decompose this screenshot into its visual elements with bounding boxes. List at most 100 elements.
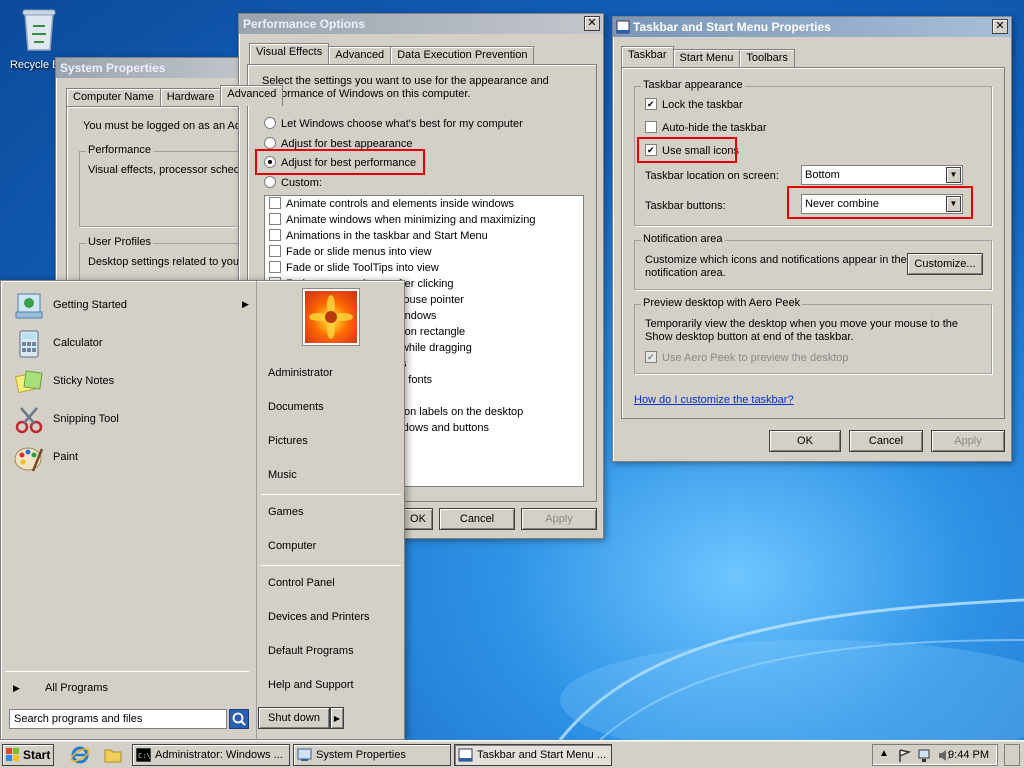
tab-start-menu[interactable]: Start Menu <box>672 49 741 67</box>
auto-hide-option[interactable]: Auto-hide the taskbar <box>645 121 767 134</box>
search-icon <box>232 712 246 726</box>
taskbar-properties-window[interactable]: Taskbar and Start Menu Properties ✕ Task… <box>612 16 1012 462</box>
network-icon[interactable] <box>917 748 933 763</box>
internet-explorer-shortcut[interactable] <box>70 745 90 765</box>
taskbar-cancel-button[interactable]: Cancel <box>849 430 923 452</box>
start-menu-places: Administrator Documents Pictures Music G… <box>256 281 406 741</box>
highlight-small-icons <box>637 137 737 163</box>
taskbar-ok-button[interactable]: OK <box>769 430 841 452</box>
visual-effect-checkbox[interactable] <box>269 229 281 241</box>
explorer-shortcut[interactable] <box>103 745 123 765</box>
notification-tray: ▲ 9:44 PM <box>872 744 998 766</box>
visual-effect-item[interactable]: Animate windows when minimizing and maxi… <box>265 212 583 228</box>
tab-advanced[interactable]: Advanced <box>220 85 284 106</box>
place-devices-and-printers[interactable]: Devices and Printers <box>268 611 370 623</box>
visual-effect-item[interactable]: Fade or slide menus into view <box>265 244 583 260</box>
start-item-label: Snipping Tool <box>53 413 119 425</box>
taskbar-properties-close-button[interactable]: ✕ <box>992 19 1008 34</box>
lock-taskbar-option[interactable]: Lock the taskbar <box>645 98 743 111</box>
visual-effect-checkbox[interactable] <box>269 213 281 225</box>
start-item-snipping-tool[interactable]: Snipping Tool <box>9 403 249 437</box>
tab-toolbars[interactable]: Toolbars <box>739 49 795 67</box>
tab-computer-name[interactable]: Computer Name <box>66 88 161 106</box>
shutdown-button[interactable]: Shut down <box>258 707 330 729</box>
taskbar-button-taskbar-properties[interactable]: Taskbar and Start Menu ... <box>454 744 612 766</box>
visual-effect-checkbox[interactable] <box>269 245 281 257</box>
start-menu[interactable]: Getting Started ▶ Calculator Sticky Note… <box>0 280 406 741</box>
radio-button[interactable] <box>264 176 276 188</box>
start-item-label: Sticky Notes <box>53 375 115 387</box>
place-games[interactable]: Games <box>268 506 303 518</box>
notification-text-1: Customize which icons and notifications … <box>645 254 907 266</box>
tab-taskbar[interactable]: Taskbar <box>621 46 674 67</box>
visual-effect-label: Fade or slide menus into view <box>286 246 432 258</box>
place-default-programs[interactable]: Default Programs <box>268 645 354 657</box>
visual-effect-checkbox[interactable] <box>269 197 281 209</box>
lock-taskbar-label: Lock the taskbar <box>662 99 743 111</box>
place-control-panel[interactable]: Control Panel <box>268 577 335 589</box>
all-programs[interactable]: All Programs <box>45 682 108 694</box>
place-documents[interactable]: Documents <box>268 401 324 413</box>
help-link[interactable]: How do I customize the taskbar? <box>634 394 794 406</box>
taskbar-apply-button[interactable]: Apply <box>931 430 1005 452</box>
start-button[interactable]: Start <box>2 744 54 766</box>
lock-taskbar-checkbox[interactable] <box>645 98 657 110</box>
taskbar-button-system-properties[interactable]: System Properties <box>293 744 451 766</box>
performance-ok-button[interactable]: OK <box>403 508 433 530</box>
taskbar-properties-titlebar[interactable]: Taskbar and Start Menu Properties ✕ <box>613 17 1011 37</box>
place-computer[interactable]: Computer <box>268 540 316 552</box>
aero-peek-checkbox[interactable] <box>645 351 657 363</box>
user-profiles-description: Desktop settings related to your <box>88 256 243 268</box>
taskbar-properties-icon <box>458 748 473 762</box>
visual-effect-item[interactable]: Animations in the taskbar and Start Menu <box>265 228 583 244</box>
customize-button[interactable]: Customize... <box>907 253 983 275</box>
chevron-up-icon[interactable]: ▲ <box>879 748 889 759</box>
start-item-paint[interactable]: Paint <box>9 441 249 475</box>
tab-data-execution-prevention[interactable]: Data Execution Prevention <box>390 46 535 64</box>
cmd-icon: C:\ <box>136 748 151 762</box>
shutdown-options-button[interactable]: ▶ <box>330 707 344 729</box>
start-item-getting-started[interactable]: Getting Started ▶ <box>9 289 249 323</box>
chevron-down-icon[interactable]: ▼ <box>946 167 961 183</box>
radio-button[interactable] <box>264 117 276 129</box>
tab-advanced-perf[interactable]: Advanced <box>328 46 392 64</box>
visual-effect-checkbox[interactable] <box>269 261 281 273</box>
auto-hide-checkbox[interactable] <box>645 121 657 133</box>
intro-line-2: performance of Windows on this computer. <box>262 88 471 100</box>
start-item-calculator[interactable]: Calculator <box>9 327 249 361</box>
recycle-bin-icon <box>22 9 56 51</box>
tab-visual-effects[interactable]: Visual Effects <box>249 43 330 64</box>
show-desktop-button[interactable] <box>1004 744 1020 766</box>
performance-options-tabs: Visual Effects Advanced Data Execution P… <box>249 43 535 64</box>
performance-apply-button[interactable]: Apply <box>521 508 597 530</box>
aero-peek-label: Use Aero Peek to preview the desktop <box>662 352 849 364</box>
search-button[interactable] <box>229 709 249 729</box>
place-help-and-support[interactable]: Help and Support <box>268 679 354 691</box>
start-item-sticky-notes[interactable]: Sticky Notes <box>9 365 249 399</box>
performance-options-close-button[interactable]: ✕ <box>584 16 600 31</box>
system-properties-titlebar[interactable]: System Properties <box>56 58 254 78</box>
place-administrator[interactable]: Administrator <box>268 367 333 379</box>
aero-peek-option[interactable]: Use Aero Peek to preview the desktop <box>645 351 849 364</box>
radio-let-windows-choose[interactable]: Let Windows choose what's best for my co… <box>264 117 523 130</box>
search-input[interactable]: Search programs and files <box>9 709 227 729</box>
place-music[interactable]: Music <box>268 469 297 481</box>
visual-effect-item[interactable]: Animate controls and elements inside win… <box>265 196 583 212</box>
place-pictures[interactable]: Pictures <box>268 435 308 447</box>
internet-explorer-icon <box>70 746 90 764</box>
user-avatar[interactable] <box>303 289 359 345</box>
radio-custom[interactable]: Custom: <box>264 176 322 189</box>
visual-effect-item[interactable]: Fade or slide ToolTips into view <box>265 260 583 276</box>
action-center-icon[interactable] <box>897 748 913 763</box>
performance-cancel-button[interactable]: Cancel <box>439 508 515 530</box>
tab-hardware[interactable]: Hardware <box>159 88 222 106</box>
clock[interactable]: 9:44 PM <box>948 749 989 761</box>
performance-options-titlebar[interactable]: Performance Options ✕ <box>239 14 603 34</box>
taskbar-location-select[interactable]: Bottom ▼ <box>801 165 963 185</box>
taskbar-button-label: Administrator: Windows ... <box>155 749 283 761</box>
taskbar-button-cmd[interactable]: C:\ Administrator: Windows ... <box>132 744 290 766</box>
calculator-icon <box>19 330 39 358</box>
taskbar-properties-title: Taskbar and Start Menu Properties <box>633 20 831 34</box>
radio-button[interactable] <box>264 137 276 149</box>
auto-hide-label: Auto-hide the taskbar <box>662 122 767 134</box>
